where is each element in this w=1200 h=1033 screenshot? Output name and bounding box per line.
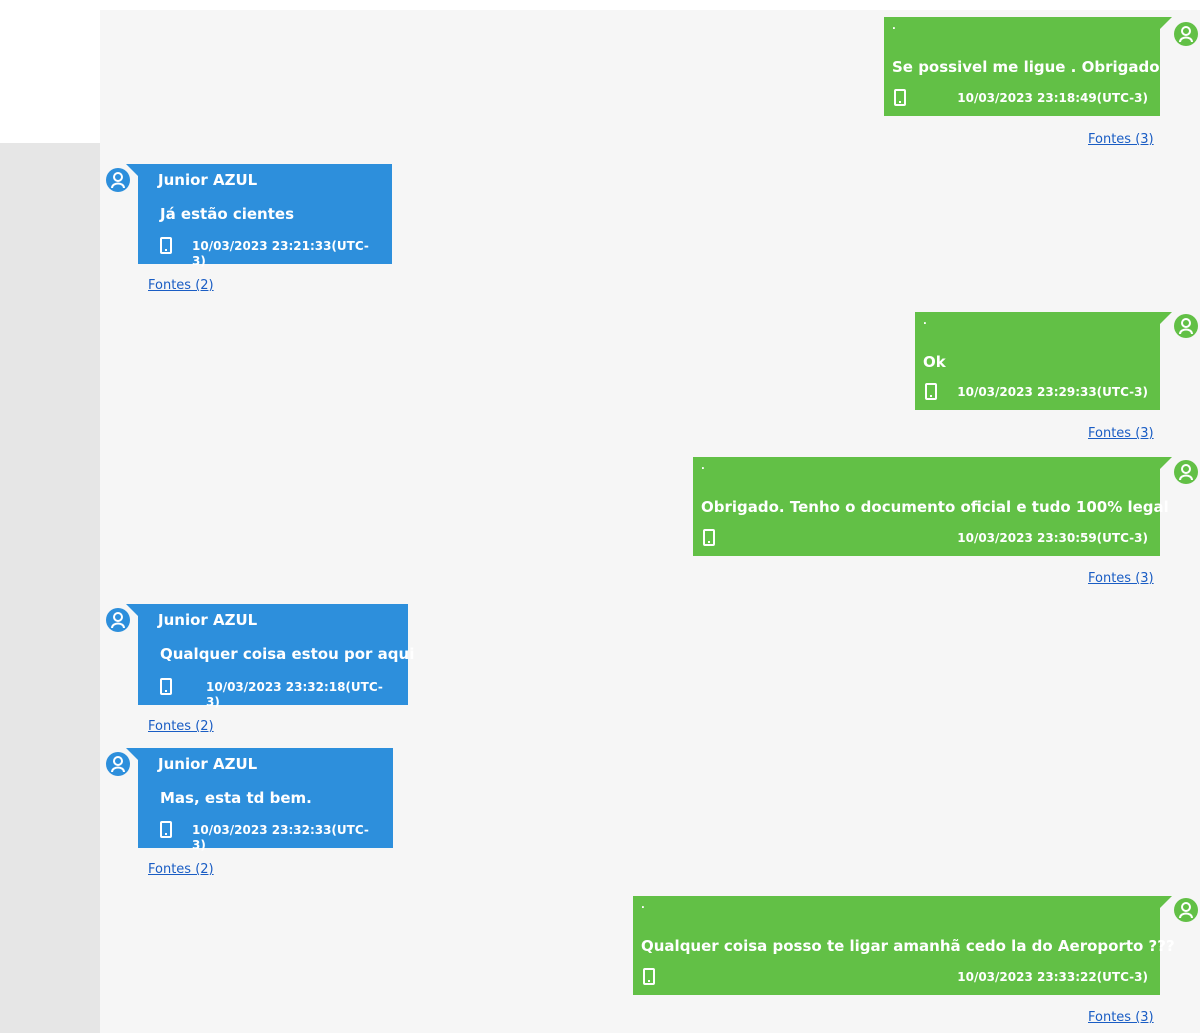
message-bubble[interactable]: . Se possivel me ligue . Obrigado 10/03/… bbox=[884, 17, 1172, 116]
sources-link[interactable]: Fontes (3) bbox=[1088, 132, 1154, 148]
sender-name: . bbox=[701, 461, 705, 472]
message-meta: 10/03/2023 23:29:33(UTC-3) bbox=[925, 383, 1148, 403]
mobile-device-icon bbox=[894, 89, 906, 106]
bubble-tail bbox=[126, 604, 138, 616]
message-bubble[interactable]: Junior AZUL Mas, esta td bem. 10/03/2023… bbox=[126, 748, 393, 852]
message-meta: 10/03/2023 23:32:18(UTC-3) bbox=[160, 678, 396, 709]
message-bubble[interactable]: Junior AZUL Qualquer coisa estou por aqu… bbox=[126, 604, 414, 709]
message-meta: 10/03/2023 23:33:22(UTC-3) bbox=[643, 968, 1148, 988]
bubble-tail bbox=[1160, 896, 1172, 908]
bubble-tail bbox=[1160, 457, 1172, 469]
message-meta: 10/03/2023 23:32:33(UTC-3) bbox=[160, 821, 381, 852]
mobile-device-icon bbox=[160, 821, 172, 838]
sources-link[interactable]: Fontes (3) bbox=[1088, 571, 1154, 587]
user-avatar-icon bbox=[1174, 460, 1198, 484]
message-text: Já estão cientes bbox=[160, 205, 295, 223]
user-avatar-icon bbox=[1174, 22, 1198, 46]
message-text: Mas, esta td bem. bbox=[160, 789, 312, 807]
sender-name: . bbox=[641, 900, 645, 911]
mobile-device-icon bbox=[160, 237, 172, 254]
message-timestamp: 10/03/2023 23:21:33(UTC-3) bbox=[192, 239, 369, 268]
sender-name: . bbox=[923, 316, 927, 327]
message-timestamp: 10/03/2023 23:30:59(UTC-3) bbox=[957, 531, 1148, 545]
message-bubble[interactable]: . Obrigado. Tenho o documento oficial e … bbox=[693, 457, 1172, 556]
bubble-tail bbox=[1160, 312, 1172, 324]
sources-link[interactable]: Fontes (3) bbox=[1088, 1010, 1154, 1026]
sources-link[interactable]: Fontes (2) bbox=[148, 719, 214, 735]
sources-link[interactable]: Fontes (3) bbox=[1088, 426, 1154, 442]
sender-name: Junior AZUL bbox=[158, 755, 258, 773]
left-panel bbox=[0, 143, 100, 1033]
message-text: Se possivel me ligue . Obrigado bbox=[892, 58, 1160, 76]
bubble-tail bbox=[126, 748, 138, 760]
bubble-tail bbox=[126, 164, 138, 176]
message-text: Ok bbox=[923, 353, 946, 371]
sender-name: Junior AZUL bbox=[158, 171, 258, 189]
sources-link[interactable]: Fontes (2) bbox=[148, 278, 214, 294]
message-timestamp: 10/03/2023 23:33:22(UTC-3) bbox=[957, 970, 1148, 984]
message-text: Qualquer coisa estou por aqui bbox=[160, 645, 415, 663]
message-timestamp: 10/03/2023 23:32:18(UTC-3) bbox=[206, 680, 383, 709]
message-text: Qualquer coisa posso te ligar amanhã ced… bbox=[641, 937, 1175, 955]
sender-name: Junior AZUL bbox=[158, 611, 258, 629]
mobile-device-icon bbox=[703, 529, 715, 546]
sender-name: . bbox=[892, 21, 896, 32]
bubble-tail bbox=[1160, 17, 1172, 29]
message-text: Obrigado. Tenho o documento oficial e tu… bbox=[701, 498, 1169, 516]
message-bubble[interactable]: Junior AZUL Já estão cientes 10/03/2023 … bbox=[126, 164, 392, 268]
user-avatar-icon bbox=[1174, 898, 1198, 922]
message-meta: 10/03/2023 23:21:33(UTC-3) bbox=[160, 237, 380, 268]
message-timestamp: 10/03/2023 23:32:33(UTC-3) bbox=[192, 823, 369, 852]
mobile-device-icon bbox=[925, 383, 937, 400]
message-meta: 10/03/2023 23:30:59(UTC-3) bbox=[703, 529, 1148, 549]
mobile-device-icon bbox=[160, 678, 172, 695]
message-bubble[interactable]: . Ok 10/03/2023 23:29:33(UTC-3) bbox=[915, 312, 1172, 410]
user-avatar-icon bbox=[1174, 314, 1198, 338]
sources-link[interactable]: Fontes (2) bbox=[148, 862, 214, 878]
message-timestamp: 10/03/2023 23:29:33(UTC-3) bbox=[957, 385, 1148, 399]
message-timestamp: 10/03/2023 23:18:49(UTC-3) bbox=[957, 91, 1148, 105]
mobile-device-icon bbox=[643, 968, 655, 985]
chat-area[interactable]: . Se possivel me ligue . Obrigado 10/03/… bbox=[100, 10, 1200, 1033]
message-meta: 10/03/2023 23:18:49(UTC-3) bbox=[894, 89, 1148, 109]
message-bubble[interactable]: . Qualquer coisa posso te ligar amanhã c… bbox=[633, 896, 1175, 995]
